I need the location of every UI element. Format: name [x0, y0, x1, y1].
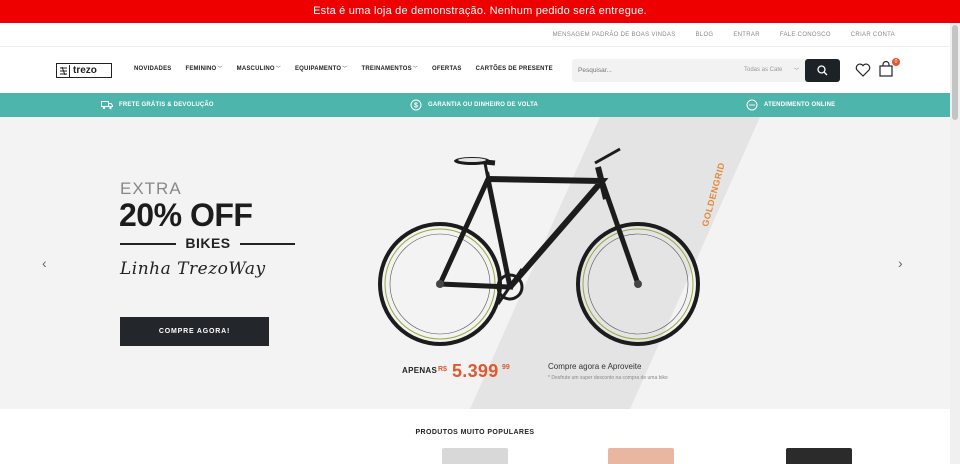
nav-label: Treinamentos — [361, 66, 412, 72]
shop-now-button[interactable]: Compre agora! — [120, 317, 269, 346]
decor-line — [240, 243, 295, 245]
top-links-bar: Mensagem padrão de boas vindas Blog Entr… — [0, 23, 950, 47]
blog-link[interactable]: Blog — [696, 32, 714, 38]
benefit-label: Garantia ou dinheiro de volta — [428, 102, 539, 108]
benefit-label: Frete grátis & devolução — [119, 102, 214, 108]
hero-banner: ‹ › EXTRA 20% OFF BIKES Linha TrezoWay C… — [0, 117, 950, 409]
benefit-label: Atendimento online — [764, 102, 836, 108]
chevron-down-icon: ﹀ — [794, 68, 800, 74]
truck-icon — [101, 99, 113, 111]
support-icon — [746, 99, 758, 111]
nav-item-ofertas[interactable]: Ofertas — [432, 66, 462, 72]
logo-mark-icon — [57, 64, 70, 77]
nav-item-feminino[interactable]: Feminino﹀ — [185, 65, 222, 72]
search-input[interactable] — [578, 64, 728, 77]
search-category-select[interactable]: Todas as Cate — [744, 67, 782, 73]
create-account-link[interactable]: Criar Conta — [851, 32, 895, 38]
nav-item-equipamento[interactable]: Equipamento﹀ — [295, 65, 348, 72]
contact-link[interactable]: Fale Conosco — [780, 32, 831, 38]
nav-label: Ofertas — [432, 65, 462, 72]
nav-label: Cartões de Presente — [475, 65, 553, 72]
welcome-message: Mensagem padrão de boas vindas — [552, 32, 676, 38]
nav-item-novidades[interactable]: Novidades — [134, 66, 171, 72]
carousel-prev-arrow-icon[interactable]: ‹ — [42, 255, 47, 271]
chevron-down-icon: ﹀ — [275, 66, 281, 72]
section-title: Produtos muito populares — [415, 429, 535, 436]
carousel-next-arrow-icon[interactable]: › — [898, 255, 903, 271]
price-value: 5.399 — [452, 361, 499, 381]
svg-text:$: $ — [414, 103, 418, 110]
price-cents: 99 — [502, 364, 510, 371]
nav-item-cartoes[interactable]: Cartões de Presente — [476, 66, 553, 72]
main-nav: Novidades Feminino﹀ Masculino﹀ Equipamen… — [134, 65, 553, 73]
scrollbar-thumb[interactable] — [952, 25, 958, 120]
chevron-down-icon: ﹀ — [412, 66, 418, 72]
product-thumbnail[interactable] — [442, 448, 508, 464]
bicycle-illustration — [378, 147, 700, 346]
product-thumbnail[interactable] — [786, 448, 852, 464]
hero-headline: 20% OFF — [119, 197, 253, 233]
hero-subhead: BIKES — [185, 235, 231, 251]
nav-label: Feminino — [185, 66, 217, 72]
search-bar: Todas as Cate ﹀ — [572, 59, 840, 82]
chevron-down-icon: ﹀ — [342, 66, 348, 72]
search-icon — [817, 65, 828, 76]
price-currency: R$ — [438, 366, 447, 373]
nav-label: Novidades — [134, 65, 172, 72]
promo-title: Compre agora e Aproveite — [548, 362, 642, 371]
store-logo[interactable]: trezo — [56, 63, 112, 78]
product-thumbnail[interactable] — [608, 448, 674, 464]
hero-eyebrow: EXTRA — [120, 179, 182, 198]
page-scrollbar[interactable] — [950, 23, 960, 464]
nav-label: Masculino — [236, 66, 275, 72]
benefits-bar: Frete grátis & devolução $ Garantia ou d… — [0, 93, 950, 117]
wishlist-heart-icon[interactable] — [855, 63, 871, 77]
benefit-online-support: Atendimento online — [746, 93, 835, 117]
hero-tagline: Linha TrezoWay — [120, 259, 266, 279]
promo-note: * Desfrute um super desconto na compra d… — [548, 375, 668, 381]
cart-button[interactable]: 0 — [878, 58, 900, 79]
cart-count-badge: 0 — [892, 58, 900, 66]
search-button[interactable] — [805, 59, 840, 82]
benefit-free-shipping: Frete grátis & devolução — [101, 93, 214, 117]
nav-item-masculino[interactable]: Masculino﹀ — [237, 65, 281, 72]
demo-notice-bar: Esta é uma loja de demonstração. Nenhum … — [0, 0, 960, 23]
nav-item-treinamentos[interactable]: Treinamentos﹀ — [362, 65, 419, 72]
main-header: trezo Novidades Feminino﹀ Masculino﹀ Equ… — [0, 47, 950, 93]
money-back-icon: $ — [410, 99, 422, 111]
chevron-down-icon: ﹀ — [217, 66, 223, 72]
login-link[interactable]: Entrar — [733, 32, 759, 38]
decor-line — [120, 243, 176, 245]
nav-label: Equipamento — [294, 66, 342, 72]
benefit-money-back: $ Garantia ou dinheiro de volta — [410, 93, 538, 117]
price-prefix: APENAS — [402, 366, 438, 375]
logo-text: trezo — [73, 65, 97, 76]
